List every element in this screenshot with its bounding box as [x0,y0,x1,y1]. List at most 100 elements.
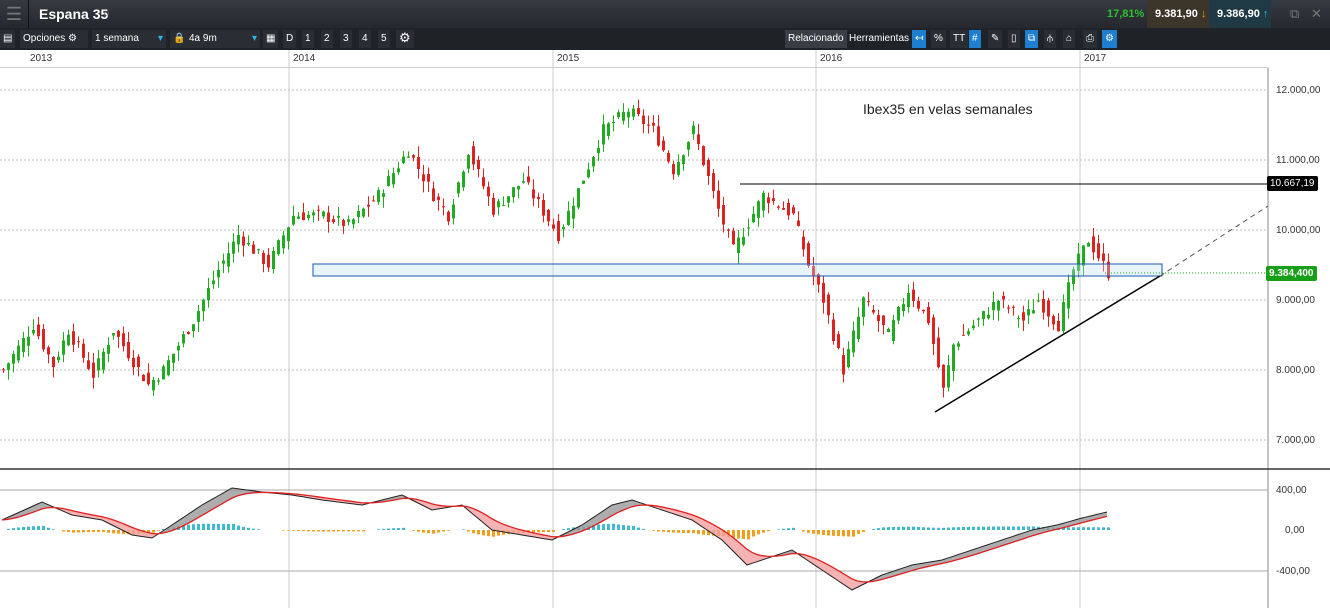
candle-body [147,372,150,385]
candle-body [27,336,30,346]
candle-body [137,356,140,368]
candle-body [207,288,210,301]
macd-histogram-bar [912,526,915,530]
candle-body [992,302,995,311]
macd-histogram-bar [1107,527,1110,530]
macd-histogram-bar [787,528,790,530]
candle-body [1102,253,1105,261]
macd-histogram-bar [317,530,320,532]
candle-body [997,300,1000,311]
candle-body [47,347,50,355]
macd-histogram-bar [987,526,990,530]
macd-histogram-bar [632,525,635,530]
candle-body [1037,300,1040,302]
candle-body [322,211,325,217]
macd-histogram-bar [957,527,960,530]
macd-histogram-bar [1092,527,1095,530]
macd-histogram-bar [682,530,685,533]
candle-body [2,369,5,371]
macd-histogram-bar [187,524,190,530]
candle-body [487,186,490,197]
candle-body [947,365,950,388]
candle-body [232,241,235,254]
candle-body [127,342,130,359]
macd-histogram-bar [617,524,620,530]
candle-body [977,318,980,320]
macd-histogram-bar [1027,526,1030,530]
candle-body [667,152,670,162]
macd-histogram-bar [1102,527,1105,530]
candle-body [227,253,230,267]
candle-body [697,134,700,145]
candle-body [612,121,615,123]
candle-body [332,219,335,223]
candle-body [952,344,955,372]
macd-histogram-bar [642,528,645,530]
y-tick: 10.000,00 [1276,225,1321,236]
macd-histogram-bar [1002,526,1005,530]
candle-body [987,314,990,319]
candle-body [617,112,620,118]
candle-body [707,159,710,177]
macd-histogram-bar [1012,526,1015,530]
candle-body [957,343,960,347]
macd-histogram-bar [832,530,835,536]
candle-body [772,198,775,202]
macd-histogram-bar [307,530,310,532]
macd-histogram-bar [927,527,930,530]
candle-body [272,250,275,270]
candle-body [112,333,115,336]
macd-histogram-bar [237,525,240,530]
candle-body [152,379,155,391]
macd-histogram-bar [337,530,340,532]
candle-body [422,174,425,182]
candle-body [97,358,100,371]
macd-histogram-bar [462,529,465,530]
candle-body [872,310,875,313]
candle-body [1097,243,1100,259]
y-tick: 7.000,00 [1276,435,1315,446]
macd-histogram-bar [702,530,705,535]
candle-body [802,236,805,250]
macd-histogram-bar [552,530,555,533]
macd-histogram-bar [857,530,860,534]
macd-histogram-bar [212,523,215,530]
candle-body [182,334,185,344]
macd-histogram-bar [827,530,830,536]
candle-body [122,333,125,347]
candle-body [562,226,565,230]
candle-body [192,324,195,332]
candle-body [432,188,435,202]
macd-histogram-bar [332,530,335,532]
macd-histogram-bar [737,530,740,539]
candle-body [937,337,940,368]
candle-body [822,282,825,303]
candle-body [82,343,85,358]
candle-body [162,366,165,380]
y-tick: 8.000,00 [1276,365,1315,376]
price-chart[interactable] [0,0,1330,608]
macd-histogram-bar [847,530,850,537]
candle-body [837,334,840,348]
macd-histogram-bar [1072,527,1075,530]
macd-histogram-bar [782,528,785,530]
macd-histogram-bar [637,527,640,530]
candle-body [767,197,770,204]
candle-body [1027,309,1030,316]
macd-histogram-bar [1087,527,1090,530]
macd-tick: 400,00 [1276,485,1307,496]
candle-body [832,319,835,341]
macd-histogram-bar [652,530,655,531]
candle-body [742,236,745,245]
macd-histogram-bar [1007,526,1010,530]
candle-body [1082,245,1085,266]
macd-histogram-bar [282,530,285,531]
candle-body [62,340,65,355]
macd-histogram-bar [52,529,55,530]
candle-body [547,209,550,222]
macd-histogram-bar [87,530,90,533]
candle-body [972,325,975,329]
y-tick: 11.000,00 [1276,155,1320,166]
macd-histogram-bar [892,527,895,530]
macd-histogram-bar [547,530,550,533]
